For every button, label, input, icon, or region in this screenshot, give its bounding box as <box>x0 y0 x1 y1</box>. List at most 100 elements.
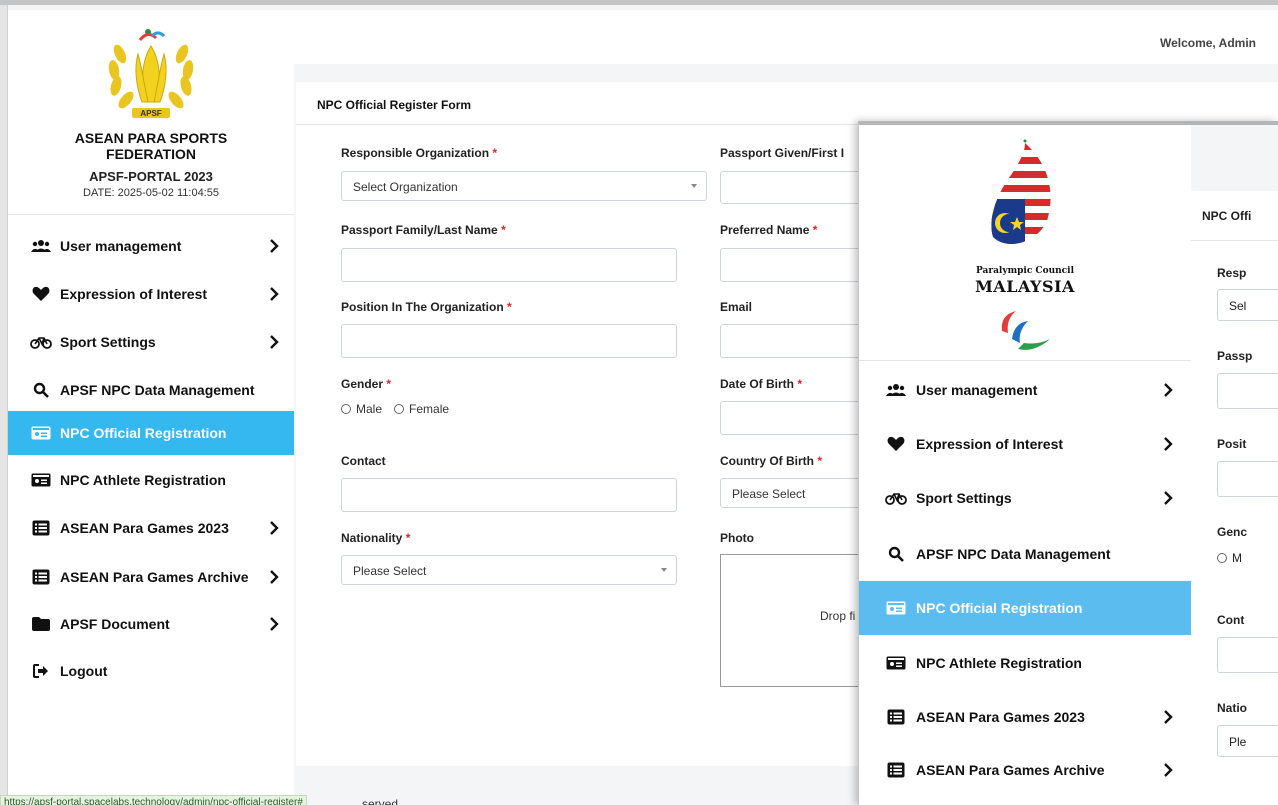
sidebar-item-logout[interactable]: Logout <box>8 649 294 693</box>
folder-icon <box>30 616 52 632</box>
overlay-sidebar-item-asean-para-games-2023[interactable]: ASEAN Para Games 2023 <box>859 690 1191 744</box>
dob-label: Date Of Birth * <box>720 377 803 391</box>
window-edge <box>0 5 8 805</box>
overlay-org-small: Paralympic Council <box>976 266 1074 276</box>
overlay-sidebar-item-expression-of-interest[interactable]: Expression of Interest <box>859 417 1191 471</box>
country-of-birth-select[interactable]: Please Select <box>720 478 870 508</box>
chevron-right-icon <box>270 239 279 253</box>
portal-title: APSF-PORTAL 2023 <box>89 169 213 184</box>
overlay-position-input[interactable] <box>1217 461 1278 497</box>
sidebar-item-label: NPC Athlete Registration <box>60 472 226 488</box>
overlay-passport-label: Passp <box>1217 349 1253 363</box>
photo-dropzone[interactable]: Drop fi <box>720 554 870 687</box>
contact-input[interactable] <box>341 478 677 512</box>
position-label: Position In The Organization * <box>341 300 512 314</box>
overlay-sidebar: Paralympic Council MALAYSIA User managem… <box>859 125 1191 805</box>
overlay-sidebar-item-user-management[interactable]: User management <box>859 363 1191 417</box>
sidebar: APSF ASEAN PARA SPORTS FEDERATION APSF-P… <box>8 10 294 805</box>
overlay-responsible-org-select[interactable]: Sel <box>1217 289 1278 321</box>
sidebar-item-label: NPC Official Registration <box>916 600 1083 616</box>
caret-down-icon <box>661 568 667 572</box>
nationality-label: Nationality * <box>341 531 411 545</box>
overlay-sidebar-item-npc-data-management[interactable]: APSF NPC Data Management <box>859 527 1191 581</box>
sidebar-item-label: Expression of Interest <box>60 286 208 302</box>
chevron-right-icon <box>270 287 279 301</box>
photo-label: Photo <box>720 531 754 545</box>
id-card-icon <box>30 472 52 488</box>
overlay-sidebar-item-npc-official-registration[interactable]: NPC Official Registration <box>859 581 1191 635</box>
gender-female-radio[interactable] <box>394 404 405 414</box>
overlay-contact-input[interactable] <box>1217 637 1278 673</box>
overlay-org-big: MALAYSIA <box>975 277 1075 296</box>
passport-given-label: Passport Given/First I <box>720 146 845 160</box>
overlay-gender-radio[interactable]: M <box>1217 551 1242 565</box>
heart-icon <box>885 436 907 452</box>
sidebar-item-label: NPC Athlete Registration <box>916 655 1082 671</box>
sign-out-icon <box>30 663 52 679</box>
top-bar: Welcome, Admin <box>294 10 1278 64</box>
overlay-passport-input[interactable] <box>1217 373 1278 409</box>
nationality-select[interactable]: Please Select <box>341 555 677 585</box>
gender-radio-group: Male Female <box>341 402 449 416</box>
sidebar-item-npc-official-registration[interactable]: NPC Official Registration <box>8 411 294 455</box>
chevron-right-icon <box>270 521 279 535</box>
sidebar-item-label: Sport Settings <box>916 490 1012 506</box>
overlay-sidebar-item-asean-para-games-archive[interactable]: ASEAN Para Games Archive <box>859 743 1191 797</box>
id-card-icon <box>30 425 52 441</box>
overlay-nationality-label: Natio <box>1217 701 1247 715</box>
sidebar-item-asean-para-games-archive[interactable]: ASEAN Para Games Archive <box>8 555 294 599</box>
users-icon <box>885 382 907 398</box>
chevron-right-icon <box>270 617 279 631</box>
responsible-org-select[interactable]: Select Organization <box>341 171 707 201</box>
list-icon <box>885 762 907 778</box>
preferred-name-label: Preferred Name * <box>720 223 818 237</box>
sidebar-item-label: User management <box>916 382 1038 398</box>
position-input[interactable] <box>341 324 677 358</box>
sidebar-item-label: Logout <box>60 663 108 679</box>
federation-name: ASEAN PARA SPORTS FEDERATION <box>74 130 228 162</box>
overlay-nationality-select[interactable]: Ple <box>1217 725 1278 757</box>
sidebar-item-asean-para-games-2023[interactable]: ASEAN Para Games 2023 <box>8 506 294 550</box>
sidebar-item-expression-of-interest[interactable]: Expression of Interest <box>8 272 294 316</box>
contact-label: Contact <box>341 454 386 468</box>
overlay-sidebar-item-sport-settings[interactable]: Sport Settings <box>859 471 1191 525</box>
search-icon <box>885 546 907 562</box>
sidebar-item-label: APSF Document <box>60 616 170 632</box>
email-input[interactable] <box>720 324 870 358</box>
overlay-window: Paralympic Council MALAYSIA User managem… <box>858 121 1278 805</box>
heart-icon <box>30 286 52 302</box>
overlay-gender-male-radio[interactable] <box>1217 553 1227 563</box>
sidebar-item-user-management[interactable]: User management <box>8 224 294 268</box>
list-icon <box>885 709 907 725</box>
overlay-brand-block: Paralympic Council MALAYSIA <box>859 125 1191 361</box>
chevron-right-icon <box>270 335 279 349</box>
welcome-text: Welcome, Admin <box>1159 36 1256 50</box>
sidebar-item-label: User management <box>60 238 182 254</box>
malaysia-flag-logo-icon <box>991 139 1051 244</box>
gender-male-radio[interactable] <box>341 404 351 414</box>
gender-label: Gender * <box>341 377 392 391</box>
sidebar-item-label: ASEAN Para Games Archive <box>916 762 1105 778</box>
gender-female-label: Female <box>409 402 450 416</box>
status-bar-url: https://apsf-portal.spacelabs.technology… <box>0 795 307 805</box>
sidebar-item-apsf-document[interactable]: APSF Document <box>8 602 294 646</box>
passport-given-input[interactable] <box>720 171 870 204</box>
country-of-birth-label: Country Of Birth * <box>720 454 823 468</box>
brand-block: APSF ASEAN PARA SPORTS FEDERATION APSF-P… <box>8 10 294 215</box>
sidebar-item-npc-athlete-registration[interactable]: NPC Athlete Registration <box>8 458 294 502</box>
sidebar-item-label: Sport Settings <box>60 334 156 350</box>
dob-input[interactable] <box>720 401 870 435</box>
overlay-main: NPC Offi Resp Sel Passp Posit Genc M Con… <box>1191 125 1278 805</box>
passport-family-input[interactable] <box>341 248 677 282</box>
bicycle-icon <box>885 490 907 506</box>
overlay-gender-male-label: M <box>1232 551 1242 565</box>
caret-down-icon <box>691 184 697 188</box>
sidebar-item-label: ASEAN Para Games 2023 <box>60 520 229 536</box>
email-label: Email <box>720 300 753 314</box>
overlay-position-label: Posit <box>1217 437 1247 451</box>
preferred-name-input[interactable] <box>720 248 870 282</box>
overlay-sidebar-item-npc-athlete-registration[interactable]: NPC Athlete Registration <box>859 636 1191 690</box>
sidebar-item-npc-data-management[interactable]: APSF NPC Data Management <box>8 368 294 412</box>
sidebar-item-sport-settings[interactable]: Sport Settings <box>8 320 294 364</box>
chevron-right-icon <box>270 570 279 584</box>
